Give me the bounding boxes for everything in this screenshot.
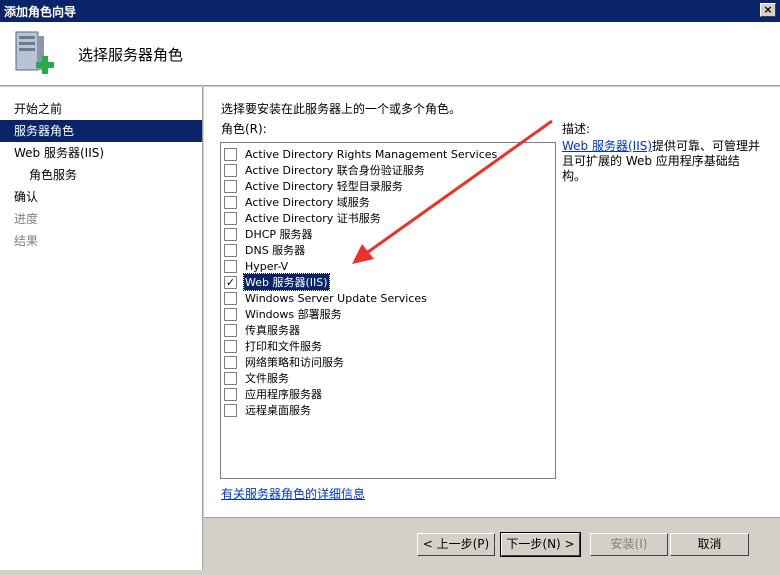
step-role-services[interactable]: 角色服务 bbox=[0, 164, 202, 186]
role-label: DNS 服务器 bbox=[245, 244, 306, 257]
wizard-steps: 开始之前 服务器角色 Web 服务器(IIS) 角色服务 确认 进度 结果 bbox=[0, 87, 203, 570]
description-link[interactable]: Web 服务器(IIS) bbox=[562, 139, 652, 153]
next-button[interactable]: 下一步(N) > bbox=[500, 532, 581, 557]
role-row[interactable]: DNS 服务器 bbox=[224, 242, 555, 258]
role-label: 网络策略和访问服务 bbox=[245, 356, 344, 369]
role-row[interactable]: 打印和文件服务 bbox=[224, 338, 555, 354]
role-label: Hyper-V bbox=[245, 259, 289, 273]
role-row[interactable]: Active Directory 证书服务 bbox=[224, 210, 555, 226]
role-row[interactable]: Active Directory 联合身份验证服务 bbox=[224, 162, 555, 178]
role-checkbox[interactable]: ✓ bbox=[224, 275, 237, 289]
role-label: Active Directory 域服务 bbox=[245, 196, 370, 209]
close-button[interactable]: × bbox=[760, 3, 776, 17]
description-text: Web 服务器(IIS)提供可靠、可管理并且可扩展的 Web 应用程序基础结构。 bbox=[562, 139, 762, 184]
role-checkbox[interactable] bbox=[224, 387, 237, 401]
roles-list[interactable]: Active Directory Rights Management Servi… bbox=[220, 142, 556, 479]
role-checkbox[interactable] bbox=[224, 307, 237, 321]
role-label: Active Directory 轻型目录服务 bbox=[245, 180, 403, 193]
role-label: DHCP 服务器 bbox=[245, 228, 313, 241]
role-checkbox[interactable] bbox=[224, 323, 237, 337]
role-row[interactable]: ✓ Web 服务器(IIS) bbox=[224, 273, 555, 291]
role-checkbox[interactable] bbox=[224, 163, 237, 177]
role-label: Active Directory Rights Management Servi… bbox=[245, 147, 498, 161]
step-server-roles[interactable]: 服务器角色 bbox=[0, 120, 202, 142]
role-checkbox[interactable] bbox=[224, 339, 237, 353]
role-row[interactable]: Active Directory 域服务 bbox=[224, 194, 555, 210]
cancel-button[interactable]: 取消 bbox=[670, 533, 749, 556]
step-web-server-iis[interactable]: Web 服务器(IIS) bbox=[0, 142, 202, 164]
wizard-header: 选择服务器角色 bbox=[0, 22, 780, 86]
role-row[interactable]: DHCP 服务器 bbox=[224, 226, 555, 242]
role-checkbox[interactable] bbox=[224, 195, 237, 209]
more-info-link[interactable]: 有关服务器角色的详细信息 bbox=[221, 485, 365, 502]
wizard-footer: < 上一步(P) 下一步(N) > 安装(I) 取消 bbox=[204, 517, 780, 575]
role-row[interactable]: 传真服务器 bbox=[224, 322, 555, 338]
role-label: 打印和文件服务 bbox=[245, 340, 322, 353]
role-checkbox[interactable] bbox=[224, 147, 237, 161]
role-checkbox[interactable] bbox=[224, 179, 237, 193]
step-results: 结果 bbox=[14, 234, 39, 248]
role-row[interactable]: 文件服务 bbox=[224, 370, 555, 386]
role-label: 传真服务器 bbox=[245, 324, 300, 337]
role-label: Windows Server Update Services bbox=[245, 291, 427, 305]
roles-label: 角色(R): bbox=[221, 122, 267, 136]
install-button: 安装(I) bbox=[590, 533, 668, 556]
role-row[interactable]: Active Directory Rights Management Servi… bbox=[224, 146, 555, 162]
role-row[interactable]: Windows 部署服务 bbox=[224, 306, 555, 322]
server-add-icon bbox=[15, 31, 54, 74]
role-row[interactable]: Windows Server Update Services bbox=[224, 290, 555, 306]
role-label: Active Directory 证书服务 bbox=[245, 212, 381, 225]
role-checkbox[interactable] bbox=[224, 403, 237, 417]
role-checkbox[interactable] bbox=[224, 371, 237, 385]
role-checkbox[interactable] bbox=[224, 227, 237, 241]
role-checkbox[interactable] bbox=[224, 259, 237, 273]
window-title: 添加角色向导 bbox=[4, 5, 77, 19]
role-label: 应用程序服务器 bbox=[245, 388, 322, 401]
role-row[interactable]: Active Directory 轻型目录服务 bbox=[224, 178, 555, 194]
role-label: Web 服务器(IIS) bbox=[243, 273, 330, 291]
step-before-you-begin[interactable]: 开始之前 bbox=[0, 98, 202, 120]
role-label: 远程桌面服务 bbox=[245, 404, 311, 417]
description-title: 描述: bbox=[562, 122, 591, 136]
role-checkbox[interactable] bbox=[224, 211, 237, 225]
step-progress: 进度 bbox=[14, 212, 39, 226]
main-panel: 选择要安装在此服务器上的一个或多个角色。 角色(R): Active Direc… bbox=[204, 87, 780, 517]
role-label: Windows 部署服务 bbox=[245, 308, 342, 321]
role-row[interactable]: Hyper-V bbox=[224, 258, 555, 274]
step-confirmation[interactable]: 确认 bbox=[0, 186, 202, 208]
page-title: 选择服务器角色 bbox=[78, 46, 184, 64]
role-checkbox[interactable] bbox=[224, 243, 237, 257]
role-row[interactable]: 网络策略和访问服务 bbox=[224, 354, 555, 370]
back-button[interactable]: < 上一步(P) bbox=[417, 533, 495, 556]
role-checkbox[interactable] bbox=[224, 355, 237, 369]
role-label: 文件服务 bbox=[245, 372, 289, 385]
role-row[interactable]: 远程桌面服务 bbox=[224, 402, 555, 418]
role-label: Active Directory 联合身份验证服务 bbox=[245, 164, 425, 177]
window-titlebar: 添加角色向导 × bbox=[0, 0, 780, 22]
instruction-text: 选择要安装在此服务器上的一个或多个角色。 bbox=[221, 102, 462, 116]
role-row[interactable]: 应用程序服务器 bbox=[224, 386, 555, 402]
role-checkbox[interactable] bbox=[224, 291, 237, 305]
